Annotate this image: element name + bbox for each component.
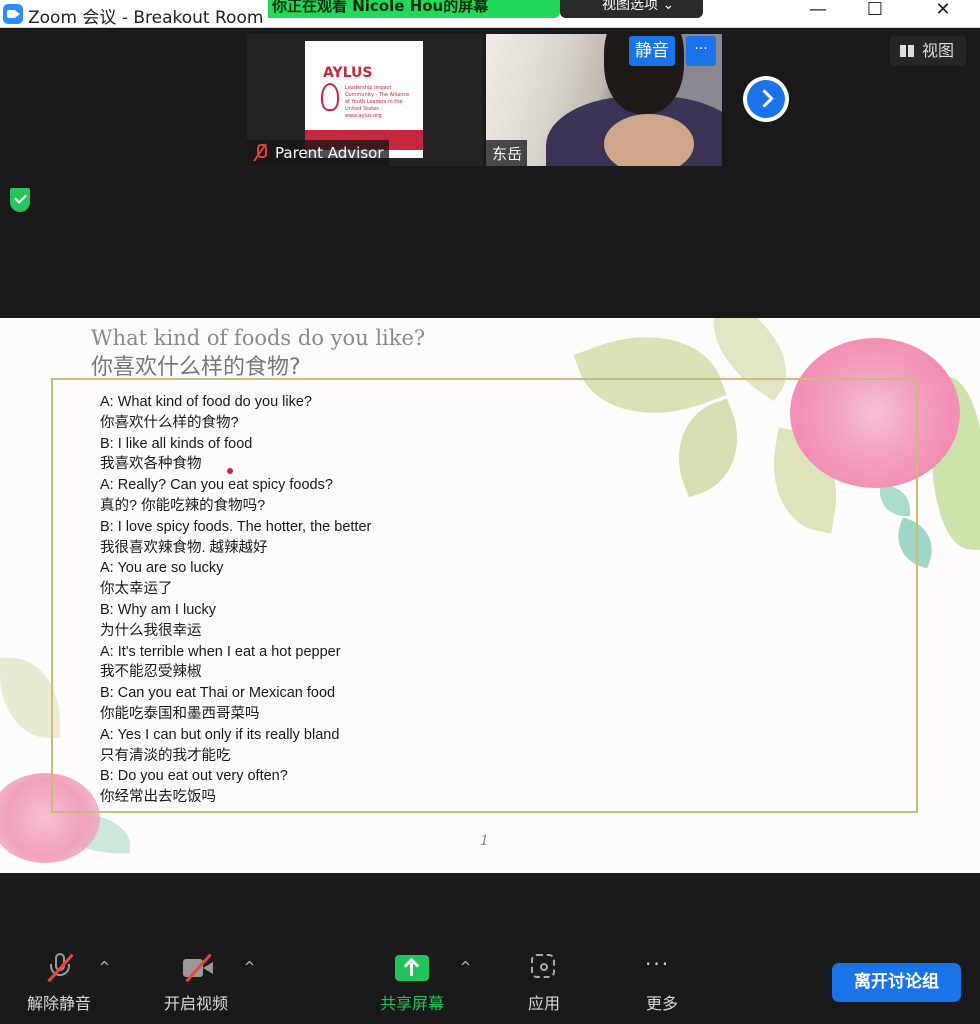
slide-subtitle: 你喜欢什么样的食物? — [91, 355, 301, 380]
next-page-arrow-icon[interactable] — [743, 76, 789, 122]
view-button[interactable]: 视图 — [890, 36, 966, 66]
dialog-line: 你太幸运了 — [100, 581, 173, 598]
share-screen-button[interactable]: 共享屏幕 — [357, 940, 467, 1024]
grid-view-icon — [900, 45, 915, 57]
video-off-icon — [181, 952, 213, 984]
participant-name: Parent Advisor — [275, 144, 384, 162]
video-options-caret[interactable]: ^ — [244, 960, 255, 975]
dialog-line: A: You are so lucky — [100, 560, 224, 577]
window-title: Zoom 会议 - Breakout Room — [28, 8, 264, 28]
slide-page-number: 1 — [480, 833, 489, 849]
leave-breakout-room-button[interactable]: 离开讨论组 — [832, 963, 961, 1002]
more-button[interactable]: ··· 更多 — [607, 940, 717, 1024]
aylus-logo-text: AYLUS — [323, 65, 373, 81]
view-button-label: 视图 — [922, 41, 955, 60]
dialog-line: A: Really? Can you eat spicy foods? — [100, 477, 333, 494]
dialog-line: B: Do you eat out very often? — [100, 768, 288, 785]
more-dots: ··· — [645, 952, 671, 976]
aylus-logo-icon — [321, 83, 339, 111]
mic-muted-icon — [44, 952, 76, 984]
dialog-line: 我喜欢各种食物 — [100, 456, 202, 473]
view-options-dropdown[interactable]: 视图选项 ⌄ — [560, 0, 703, 18]
apps-button[interactable]: 应用 — [489, 940, 599, 1024]
unmute-label: 解除静音 — [26, 994, 91, 1013]
view-options-label: 视图选项 — [602, 0, 658, 13]
screen-share-banner: 你正在观看 Nicole Hou的屏幕 — [268, 0, 560, 18]
video-tile-parent-advisor[interactable]: AYLUS Leadership Impact Community · The … — [247, 34, 483, 166]
dialog-line: 我不能忍受辣椒 — [100, 664, 202, 681]
start-video-label: 开启视频 — [163, 994, 228, 1013]
dialog-line: 你喜欢什么样的食物? — [100, 414, 239, 431]
shared-screen: What kind of foods do you like? 你喜欢什么样的食… — [0, 318, 980, 873]
dialog-line: 你经常出去吃饭吗 — [100, 789, 216, 806]
chevron-down-icon: ⌄ — [662, 0, 675, 13]
dialog-line: A: What kind of food do you like? — [100, 394, 312, 410]
security-shield-icon[interactable] — [10, 188, 30, 212]
dialog-line: 你能吃泰国和墨西哥菜吗 — [100, 705, 260, 722]
dialog-line: B: Why am I lucky — [100, 601, 217, 618]
zoom-icon — [3, 4, 23, 24]
more-label: 更多 — [645, 994, 678, 1013]
share-screen-icon — [393, 952, 429, 984]
slide-title: What kind of foods do you like? — [91, 326, 426, 350]
participant-name-tag: 东岳 — [486, 140, 528, 166]
dialog-text: A: What kind of food do you like? 你喜欢什么样… — [100, 392, 540, 808]
apps-label: 应用 — [527, 994, 560, 1013]
dialog-line: B: Can you eat Thai or Mexican food — [100, 685, 336, 702]
share-screen-label: 共享屏幕 — [379, 994, 444, 1013]
dialog-line: A: It's terrible when I eat a hot pepper — [100, 643, 341, 660]
dialog-line: 为什么我很幸运 — [100, 622, 202, 639]
title-bar: Zoom 会议 - Breakout Room 你正在观看 Nicole Hou… — [0, 0, 980, 28]
aylus-caption: Leadership Impact Community · The Allian… — [345, 85, 410, 119]
minimize-button[interactable]: — — [795, 0, 841, 28]
more-icon: ··· — [645, 952, 677, 984]
share-options-caret[interactable]: ^ — [460, 960, 471, 975]
dialog-line: B: I love spicy foods. The hotter, the b… — [100, 518, 372, 535]
dialog-line: A: Yes I can but only if its really blan… — [100, 726, 340, 743]
unmute-button[interactable]: 解除静音 — [4, 940, 114, 1024]
participant-name-tag: Parent Advisor — [247, 140, 389, 166]
mute-participant-button[interactable]: 静音 — [629, 36, 675, 66]
audio-options-caret[interactable]: ^ — [99, 960, 110, 975]
laser-pointer — [227, 468, 233, 474]
dialog-line: 只有清淡的我才能吃 — [100, 747, 231, 764]
participant-name: 东岳 — [492, 145, 523, 163]
mic-muted-icon — [253, 143, 267, 161]
apps-icon — [527, 952, 559, 984]
video-tile-dongyue[interactable]: 静音 ··· 东岳 — [486, 34, 722, 166]
participant-more-button[interactable]: ··· — [686, 36, 716, 66]
maximize-button[interactable]: ☐ — [852, 0, 898, 28]
dialog-line: 真的? 你能吃辣的食物吗? — [100, 497, 266, 514]
close-button[interactable]: ✕ — [920, 0, 966, 28]
dialog-line: 我很喜欢辣食物. 越辣越好 — [100, 539, 268, 556]
camera-person-hand — [604, 114, 694, 166]
start-video-button[interactable]: 开启视频 — [141, 940, 251, 1024]
dialog-line: B: I like all kinds of food — [100, 435, 253, 452]
